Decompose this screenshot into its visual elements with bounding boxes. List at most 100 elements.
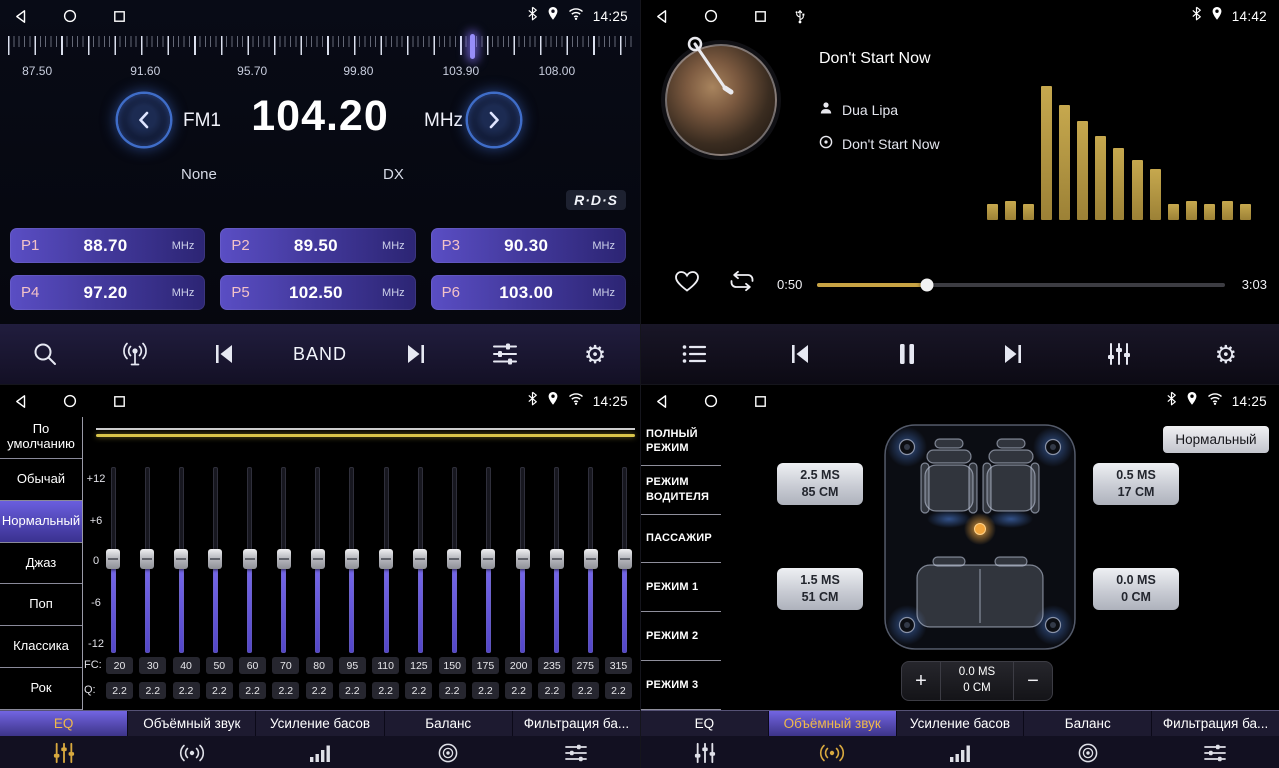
eq-band-slider[interactable] bbox=[447, 467, 461, 653]
eq-preset-rock[interactable]: Рок bbox=[0, 668, 82, 710]
back-button[interactable] bbox=[655, 394, 668, 409]
eq-band-slider[interactable] bbox=[311, 467, 325, 653]
recents-button[interactable] bbox=[113, 10, 126, 23]
eq-band-slider[interactable] bbox=[243, 467, 257, 653]
tab-surround[interactable]: Объёмный звук bbox=[769, 711, 897, 736]
tab-filter[interactable]: Фильтрация ба... bbox=[513, 711, 640, 736]
pause-button[interactable] bbox=[880, 331, 934, 377]
eq-band-slider[interactable] bbox=[174, 467, 188, 653]
tab-balance-icon-button[interactable] bbox=[384, 736, 512, 768]
mode-driver[interactable]: РЕЖИМ ВОДИТЕЛЯ bbox=[641, 466, 721, 515]
slider-handle[interactable] bbox=[550, 549, 564, 569]
home-button[interactable] bbox=[63, 394, 77, 408]
slider-handle[interactable] bbox=[208, 549, 222, 569]
settings-button[interactable]: ⚙ bbox=[568, 331, 622, 377]
tab-filter-icon-button[interactable] bbox=[1151, 736, 1279, 768]
preset-p2[interactable]: P289.50MHz bbox=[220, 228, 415, 263]
tab-filter-icon-button[interactable] bbox=[512, 736, 640, 768]
next-station-button[interactable] bbox=[389, 331, 443, 377]
previous-station-button[interactable] bbox=[197, 331, 251, 377]
eq-preset-custom[interactable]: Обычай bbox=[0, 459, 82, 501]
tab-eq[interactable]: EQ bbox=[0, 711, 128, 736]
eq-preset-default[interactable]: По умолчанию bbox=[0, 417, 82, 459]
increase-delay-button[interactable]: + bbox=[902, 662, 940, 700]
eq-band-slider[interactable] bbox=[345, 467, 359, 653]
mode-1[interactable]: РЕЖИМ 1 bbox=[641, 563, 721, 612]
preset-p1[interactable]: P188.70MHz bbox=[10, 228, 205, 263]
field-preset-button[interactable]: Нормальный bbox=[1163, 426, 1269, 453]
delay-front-left[interactable]: 2.5 MS 85 CM bbox=[777, 463, 863, 505]
eq-band-slider[interactable] bbox=[106, 467, 120, 653]
band-button[interactable]: BAND bbox=[287, 331, 353, 377]
preset-p3[interactable]: P390.30MHz bbox=[431, 228, 626, 263]
settings-button[interactable]: ⚙ bbox=[1199, 331, 1253, 377]
eq-band-slider[interactable] bbox=[618, 467, 632, 653]
slider-handle[interactable] bbox=[311, 549, 325, 569]
scan-search-button[interactable] bbox=[18, 331, 72, 377]
eq-preset-pop[interactable]: Поп bbox=[0, 584, 82, 626]
tab-bass-icon-button[interactable] bbox=[256, 736, 384, 768]
tab-eq-icon-button[interactable] bbox=[0, 736, 128, 768]
delay-rear-left[interactable]: 1.5 MS 51 CM bbox=[777, 568, 863, 610]
decrease-delay-button[interactable]: − bbox=[1014, 662, 1052, 700]
tab-filter[interactable]: Фильтрация ба... bbox=[1152, 711, 1279, 736]
tune-down-button[interactable] bbox=[118, 94, 170, 146]
home-button[interactable] bbox=[704, 394, 718, 408]
eq-band-slider[interactable] bbox=[550, 467, 564, 653]
eq-preset-jazz[interactable]: Джаз bbox=[0, 543, 82, 585]
eq-preset-classic[interactable]: Классика bbox=[0, 626, 82, 668]
mode-3[interactable]: РЕЖИМ 3 bbox=[641, 661, 721, 710]
slider-handle[interactable] bbox=[516, 549, 530, 569]
back-button[interactable] bbox=[655, 9, 668, 24]
slider-handle[interactable] bbox=[584, 549, 598, 569]
tab-surround-icon-button[interactable] bbox=[128, 736, 256, 768]
delay-front-right[interactable]: 0.5 MS 17 CM bbox=[1093, 463, 1179, 505]
eq-band-slider[interactable] bbox=[516, 467, 530, 653]
slider-handle[interactable] bbox=[106, 549, 120, 569]
favorite-button[interactable] bbox=[673, 269, 701, 296]
slider-handle[interactable] bbox=[481, 549, 495, 569]
tab-eq-icon-button[interactable] bbox=[641, 736, 769, 768]
frequency-scale[interactable]: 87.50 91.60 95.70 99.80 103.90 108.00 bbox=[0, 34, 640, 84]
tab-balance[interactable]: Баланс bbox=[385, 711, 513, 736]
playlist-button[interactable] bbox=[667, 331, 721, 377]
eq-band-slider[interactable] bbox=[140, 467, 154, 653]
eq-band-slider[interactable] bbox=[481, 467, 495, 653]
progress-thumb[interactable] bbox=[921, 279, 934, 292]
slider-handle[interactable] bbox=[447, 549, 461, 569]
preset-p6[interactable]: P6103.00MHz bbox=[431, 275, 626, 310]
slider-handle[interactable] bbox=[277, 549, 291, 569]
eq-band-slider[interactable] bbox=[208, 467, 222, 653]
tune-up-button[interactable] bbox=[468, 94, 520, 146]
slider-handle[interactable] bbox=[243, 549, 257, 569]
tab-bass-icon-button[interactable] bbox=[896, 736, 1024, 768]
slider-handle[interactable] bbox=[618, 549, 632, 569]
recents-button[interactable] bbox=[113, 395, 126, 408]
car-cabin-illustration[interactable] bbox=[877, 417, 1083, 657]
preset-p4[interactable]: P497.20MHz bbox=[10, 275, 205, 310]
tab-bass-boost[interactable]: Усиление басов bbox=[897, 711, 1025, 736]
slider-handle[interactable] bbox=[140, 549, 154, 569]
broadcast-button[interactable] bbox=[108, 331, 162, 377]
audio-settings-button[interactable] bbox=[478, 331, 532, 377]
tab-balance[interactable]: Баланс bbox=[1024, 711, 1152, 736]
mode-full[interactable]: ПОЛНЫЙ РЕЖИМ bbox=[641, 417, 721, 466]
home-button[interactable] bbox=[704, 9, 718, 23]
tab-surround[interactable]: Объёмный звук bbox=[128, 711, 256, 736]
tab-balance-icon-button[interactable] bbox=[1024, 736, 1152, 768]
home-button[interactable] bbox=[63, 9, 77, 23]
slider-handle[interactable] bbox=[174, 549, 188, 569]
equalizer-button[interactable] bbox=[1092, 331, 1146, 377]
eq-band-slider[interactable] bbox=[584, 467, 598, 653]
slider-handle[interactable] bbox=[345, 549, 359, 569]
repeat-button[interactable] bbox=[727, 269, 757, 296]
next-track-button[interactable] bbox=[986, 331, 1040, 377]
eq-preset-normal[interactable]: Нормальный bbox=[0, 501, 82, 543]
tuning-indicator[interactable] bbox=[470, 34, 475, 59]
back-button[interactable] bbox=[14, 394, 27, 409]
eq-band-slider[interactable] bbox=[379, 467, 393, 653]
delay-rear-right[interactable]: 0.0 MS 0 CM bbox=[1093, 568, 1179, 610]
back-button[interactable] bbox=[14, 9, 27, 24]
recents-button[interactable] bbox=[754, 395, 767, 408]
previous-track-button[interactable] bbox=[773, 331, 827, 377]
